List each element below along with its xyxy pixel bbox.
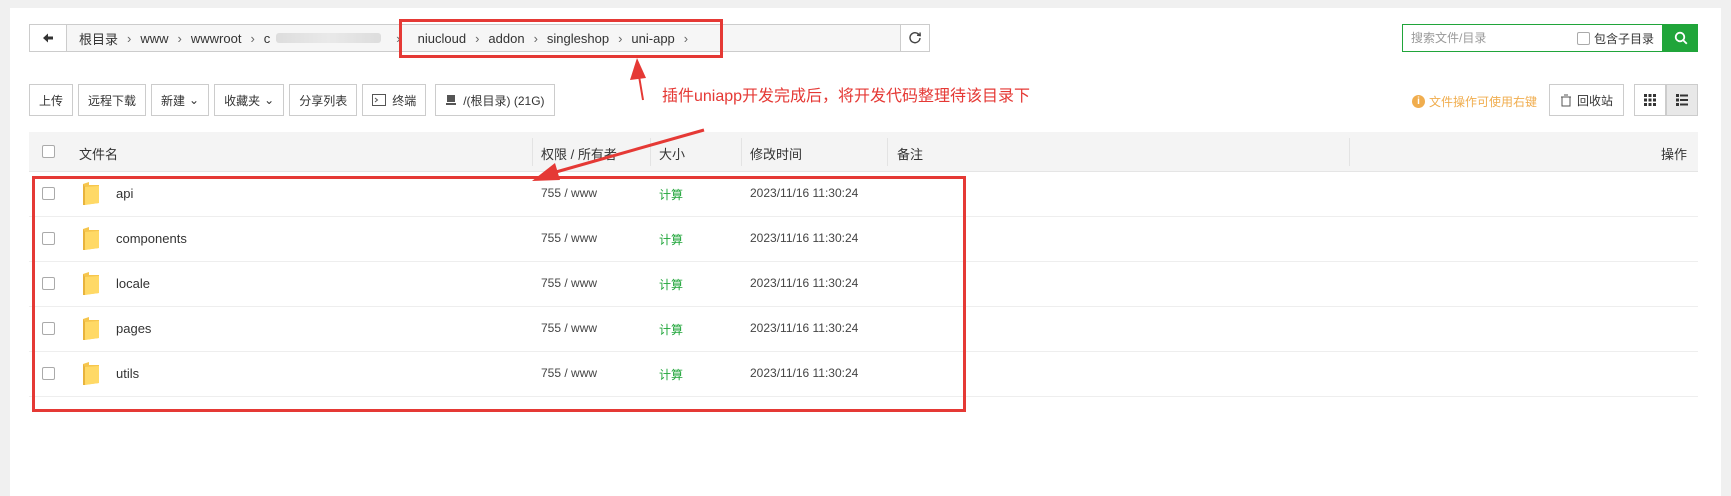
new-label: 新建 <box>161 93 186 108</box>
header-size[interactable]: 大小 <box>659 144 685 163</box>
column-divider <box>532 138 533 166</box>
new-dropdown-button[interactable]: 新建 ⌄ <box>151 84 210 116</box>
crumb-blurred[interactable]: c <box>258 31 394 46</box>
header-permission[interactable]: 权限 / 所有者 <box>541 144 617 163</box>
disk-label: /(根目录) (21G) <box>463 93 545 108</box>
crumb-www[interactable]: www <box>134 31 174 46</box>
chevron-down-icon: ⌄ <box>189 93 200 107</box>
search-button[interactable] <box>1663 24 1698 52</box>
crumb-root[interactable]: 根目录 <box>73 29 124 48</box>
chevron-right-icon: › <box>250 30 255 46</box>
search-input[interactable] <box>1409 30 1573 46</box>
disk-icon <box>446 95 457 105</box>
checkbox[interactable] <box>1577 31 1590 45</box>
upload-button[interactable]: 上传 <box>29 84 74 116</box>
share-list-button[interactable]: 分享列表 <box>289 84 358 116</box>
column-divider <box>1349 138 1350 166</box>
column-divider <box>650 138 651 166</box>
recycle-bin-label: 回收站 <box>1577 93 1614 108</box>
back-button[interactable] <box>30 25 67 51</box>
header-remark: 备注 <box>897 147 924 162</box>
column-divider <box>741 138 742 166</box>
include-subdirs-label: 包含子目录 <box>1594 31 1655 46</box>
highlight-box-path <box>399 19 723 58</box>
header-mtime[interactable]: 修改时间 <box>750 144 802 163</box>
include-subdirs-checkbox[interactable]: 包含子目录 <box>1577 30 1654 47</box>
remote-download-label: 远程下载 <box>88 93 137 108</box>
disk-button[interactable]: /(根目录) (21G) <box>435 84 555 116</box>
favorites-dropdown-button[interactable]: 收藏夹 ⌄ <box>214 84 285 116</box>
upload-label: 上传 <box>39 93 64 108</box>
favorites-label: 收藏夹 <box>224 93 261 108</box>
toolbar: 上传 远程下载 新建 ⌄ 收藏夹 ⌄ 分享列表 终端 /(根目录) (21G) <box>29 84 560 116</box>
header-name[interactable]: 文件名 <box>79 144 118 163</box>
annotation-text: 插件uniapp开发完成后，将开发代码整理待该目录下 <box>662 88 1031 105</box>
search-box: 包含子目录 <box>1402 24 1663 52</box>
chevron-right-icon: › <box>177 30 182 46</box>
crumb-blurred-initial: c <box>263 30 271 46</box>
terminal-button[interactable]: 终端 <box>362 84 427 116</box>
column-divider <box>887 138 888 166</box>
crumb-wwwroot[interactable]: wwwroot <box>185 31 248 46</box>
arrow-left-icon <box>43 33 53 43</box>
blurred-segment <box>276 32 382 43</box>
highlight-box-files <box>32 176 966 412</box>
list-view-button[interactable] <box>1666 84 1698 116</box>
context-menu-hint: i 文件操作可使用右键 <box>1412 93 1537 110</box>
trash-icon <box>1561 94 1571 106</box>
header-operations: 操作 <box>1661 147 1688 162</box>
hint-text: 文件操作可使用右键 <box>1429 95 1538 109</box>
refresh-icon <box>909 32 921 44</box>
terminal-icon <box>372 94 387 106</box>
table-header: 文件名 权限 / 所有者 大小 修改时间 备注 操作 <box>29 132 1698 172</box>
search-icon <box>1674 31 1687 45</box>
remote-download-button[interactable]: 远程下载 <box>78 84 147 116</box>
info-icon: i <box>1412 95 1425 108</box>
select-all-checkbox[interactable] <box>42 145 55 158</box>
refresh-button[interactable] <box>900 24 930 52</box>
grid-icon <box>1644 94 1656 106</box>
list-icon <box>1676 94 1688 106</box>
terminal-label: 终端 <box>392 93 417 108</box>
share-list-label: 分享列表 <box>299 93 348 108</box>
chevron-right-icon: › <box>127 30 132 46</box>
grid-view-button[interactable] <box>1634 84 1666 116</box>
recycle-bin-button[interactable]: 回收站 <box>1549 84 1625 116</box>
chevron-down-icon: ⌄ <box>264 93 275 107</box>
